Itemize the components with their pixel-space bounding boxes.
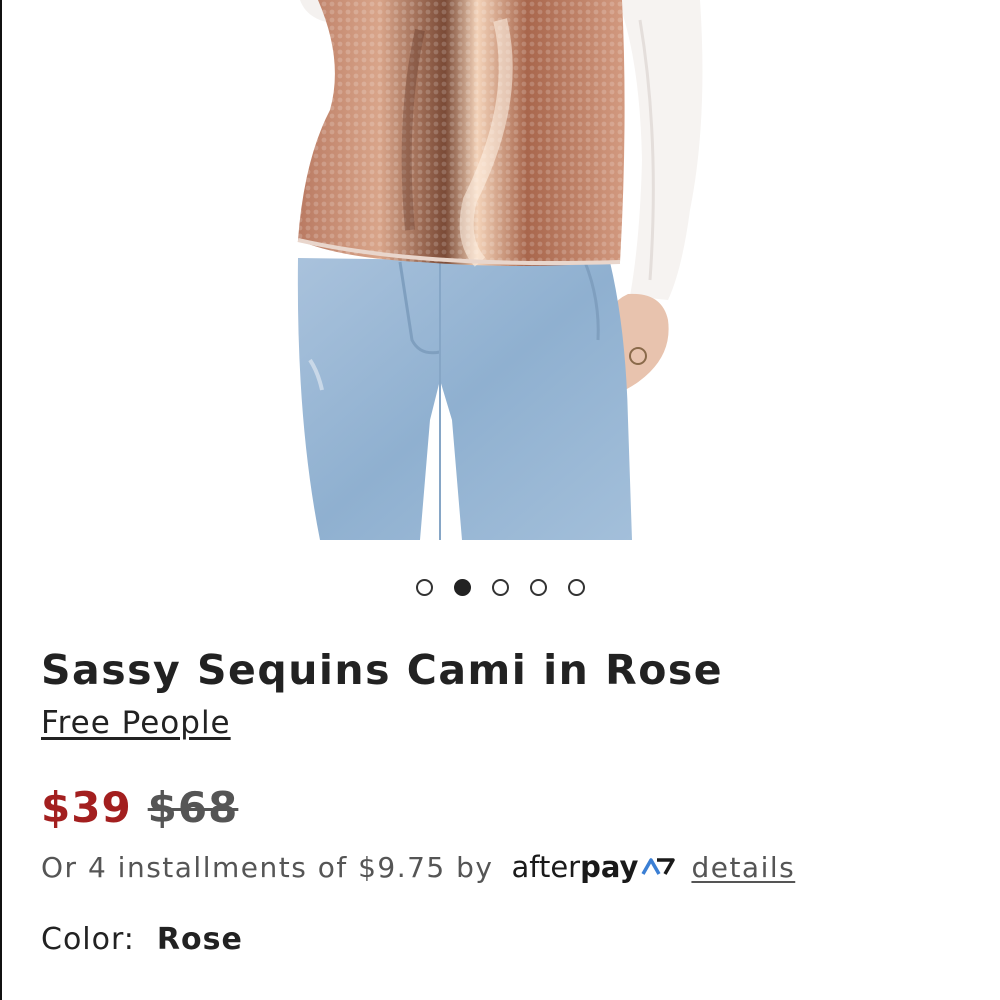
carousel-dot-2[interactable] — [453, 579, 471, 596]
original-price: $68 — [147, 783, 239, 832]
product-title: Sassy Sequins Cami in Rose — [41, 646, 724, 694]
color-value: Rose — [156, 922, 243, 957]
carousel-dot-3[interactable] — [491, 579, 509, 596]
afterpay-logo: after pay — [511, 850, 676, 884]
installments-text: Or 4 installments of $9.75 by — [41, 850, 494, 884]
product-photo-illustration — [297, 0, 703, 540]
afterpay-arrows-icon — [641, 858, 676, 875]
sale-price: $39 — [41, 783, 132, 832]
price-row: $39 $68 — [41, 783, 238, 832]
carousel-dot-4[interactable] — [529, 579, 547, 596]
afterpay-details-link[interactable]: details — [691, 851, 795, 884]
product-image[interactable] — [0, 0, 1000, 540]
afterpay-logo-after: after — [511, 850, 581, 884]
carousel-dot-5[interactable] — [567, 579, 585, 596]
color-row: Color: Rose — [41, 922, 243, 957]
installments-row: Or 4 installments of $9.75 by after pay d… — [41, 850, 795, 884]
afterpay-logo-pay: pay — [580, 850, 639, 884]
image-carousel-dots — [0, 579, 1000, 596]
color-label: Color: — [41, 922, 135, 957]
carousel-dot-1[interactable] — [415, 579, 433, 596]
brand-link[interactable]: Free People — [41, 705, 231, 741]
